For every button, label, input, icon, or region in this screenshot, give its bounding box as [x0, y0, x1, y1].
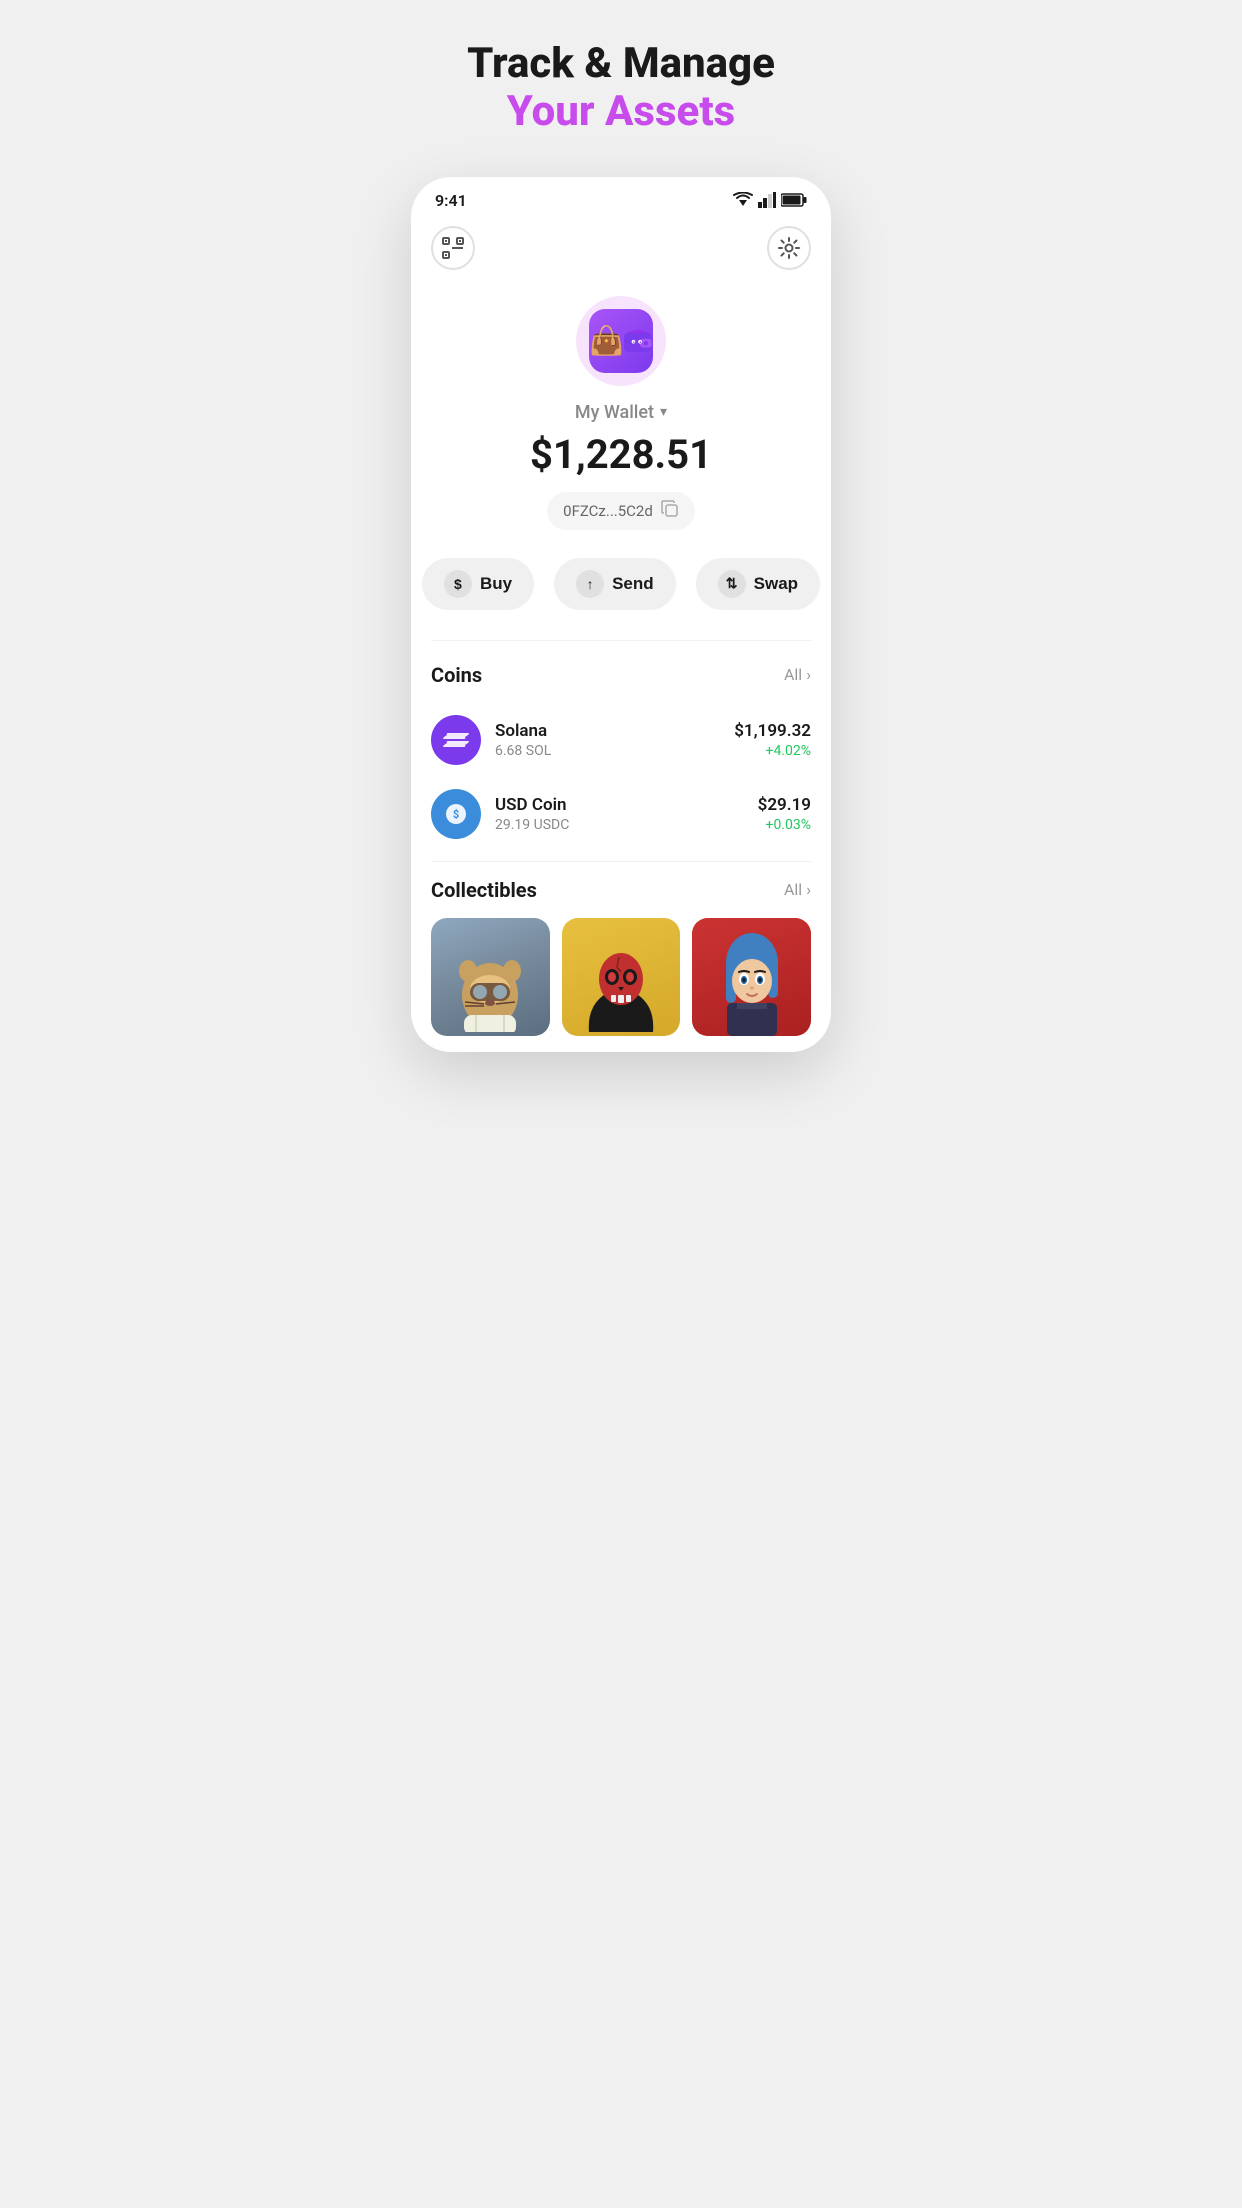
- wallet-name-chevron: ▾: [660, 404, 667, 420]
- coins-section: Coins All › Solana 6.68 SOL $1,199.32 +4…: [411, 641, 831, 861]
- coins-title: Coins: [431, 663, 482, 687]
- gear-icon: [778, 237, 800, 259]
- swap-button[interactable]: ⇅ Swap: [696, 558, 820, 610]
- solana-name: Solana: [495, 721, 720, 741]
- buy-button[interactable]: $ Buy: [422, 558, 534, 610]
- swap-icon: ⇅: [718, 570, 746, 598]
- battery-icon: [781, 193, 807, 207]
- nft-3-image: [692, 918, 811, 1037]
- swap-label: Swap: [754, 574, 798, 594]
- coin-usdc[interactable]: $ USD Coin 29.19 USDC $29.19 +0.03%: [431, 777, 811, 851]
- wifi-icon: [733, 192, 753, 208]
- usdc-value: $29.19 +0.03%: [758, 795, 811, 833]
- buy-label: Buy: [480, 574, 512, 594]
- svg-text:$: $: [453, 808, 459, 821]
- collectibles-section-header: Collectibles All ›: [431, 878, 811, 902]
- nft-3-svg: [712, 931, 792, 1036]
- wallet-address-text: 0FZCz...5C2d: [563, 502, 653, 520]
- send-icon: ↑: [576, 570, 604, 598]
- hero-section: Track & Manage Your Assets: [467, 40, 775, 137]
- send-label: Send: [612, 574, 654, 594]
- solana-amount: 6.68 SOL: [495, 743, 720, 759]
- usdc-price: $29.19: [758, 795, 811, 815]
- coin-solana[interactable]: Solana 6.68 SOL $1,199.32 +4.02%: [431, 703, 811, 777]
- app-header: [411, 218, 831, 286]
- wallet-emoji-icon: [624, 324, 653, 358]
- nft-item-2[interactable]: [562, 918, 681, 1037]
- solana-price: $1,199.32: [734, 721, 811, 741]
- nft-1-svg: [450, 937, 530, 1032]
- collectibles-grid: [431, 918, 811, 1037]
- hero-title-line1: Track & Manage: [467, 40, 775, 88]
- nft-2-svg: [581, 937, 661, 1032]
- action-buttons: $ Buy ↑ Send ⇅ Swap: [422, 558, 820, 610]
- status-time: 9:41: [435, 191, 467, 210]
- hero-title-line2: Your Assets: [467, 88, 775, 136]
- solana-change: +4.02%: [734, 743, 811, 759]
- copy-icon[interactable]: [661, 500, 679, 522]
- send-button[interactable]: ↑ Send: [554, 558, 676, 610]
- status-icons: [733, 192, 807, 208]
- wallet-name: My Wallet: [575, 402, 654, 423]
- wallet-avatar-wrapper: [576, 296, 666, 386]
- scan-button[interactable]: [431, 226, 475, 270]
- scan-icon: [442, 237, 464, 259]
- wallet-address[interactable]: 0FZCz...5C2d: [547, 492, 695, 530]
- wallet-name-row[interactable]: My Wallet ▾: [575, 402, 667, 423]
- collectibles-all-chevron: ›: [806, 880, 811, 899]
- usdc-amount: 29.19 USDC: [495, 817, 744, 833]
- usdc-icon: $: [431, 789, 481, 839]
- status-bar: 9:41: [411, 177, 831, 218]
- collectibles-section: Collectibles All ›: [411, 862, 831, 1053]
- signal-icon: [758, 192, 776, 208]
- nft-1-image: [431, 918, 550, 1037]
- solana-info: Solana 6.68 SOL: [495, 721, 720, 759]
- wallet-balance: $1,228.51: [530, 431, 712, 478]
- usdc-info: USD Coin 29.19 USDC: [495, 795, 744, 833]
- nft-item-1[interactable]: [431, 918, 550, 1037]
- solana-value: $1,199.32 +4.02%: [734, 721, 811, 759]
- usdc-change: +0.03%: [758, 817, 811, 833]
- coins-section-header: Coins All ›: [431, 663, 811, 687]
- collectibles-all-button[interactable]: All ›: [784, 880, 811, 899]
- collectibles-title: Collectibles: [431, 878, 537, 902]
- wallet-section: My Wallet ▾ $1,228.51 0FZCz...5C2d $ Buy…: [411, 286, 831, 640]
- nft-2-image: [562, 918, 681, 1037]
- buy-icon: $: [444, 570, 472, 598]
- phone-frame: 9:41: [411, 177, 831, 1053]
- wallet-avatar: [589, 309, 653, 373]
- coins-all-button[interactable]: All ›: [784, 665, 811, 684]
- solana-icon: [431, 715, 481, 765]
- nft-item-3[interactable]: [692, 918, 811, 1037]
- settings-button[interactable]: [767, 226, 811, 270]
- coins-all-label: All: [784, 665, 802, 684]
- coins-all-chevron: ›: [806, 665, 811, 684]
- usdc-name: USD Coin: [495, 795, 744, 815]
- collectibles-all-label: All: [784, 880, 802, 899]
